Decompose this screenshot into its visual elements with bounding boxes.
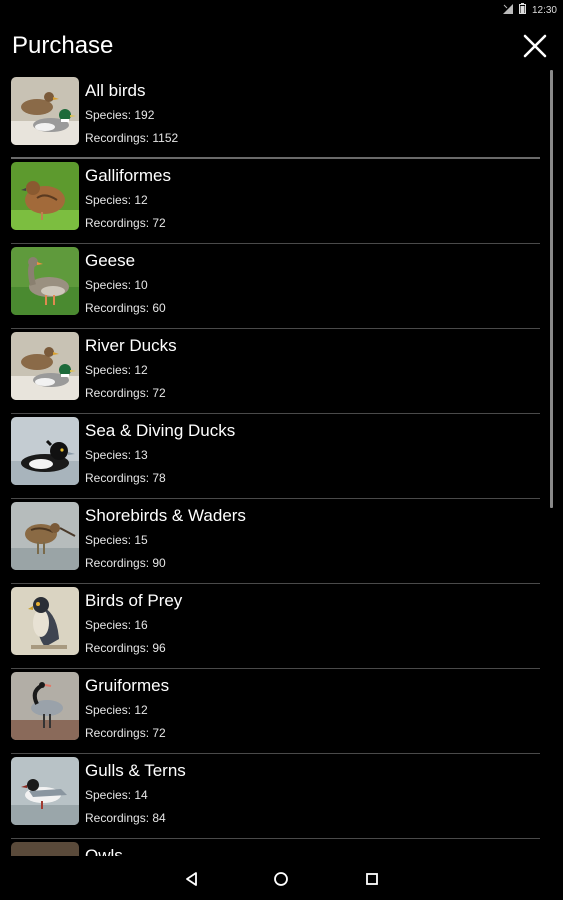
recents-button[interactable] — [361, 868, 383, 890]
list-item-gulls-and-terns[interactable]: Gulls & Terns Species: 14 Recordings: 84 — [0, 754, 548, 839]
recordings-count: Recordings: 84 — [85, 811, 166, 825]
list-item-geese[interactable]: Geese Species: 10 Recordings: 60 — [0, 244, 548, 329]
river-ducks-thumbnail — [11, 332, 79, 400]
close-icon — [523, 34, 547, 58]
galliformes-thumbnail — [11, 162, 79, 230]
geese-thumbnail — [11, 247, 79, 315]
item-title: Shorebirds & Waders — [85, 506, 246, 525]
item-title: Geese — [85, 251, 136, 270]
shorebirds-and-waders-thumbnail — [11, 502, 79, 570]
recordings-count: Recordings: 72 — [85, 726, 166, 740]
page-title: Purchase — [12, 32, 114, 59]
species-count: Species: 16 — [85, 618, 148, 632]
gruiformes-thumbnail — [11, 672, 79, 740]
item-title: Owls — [85, 846, 123, 856]
species-count: Species: 14 — [85, 788, 148, 802]
item-title: Gruiformes — [85, 676, 170, 695]
purchase-list[interactable]: All birds Species: 192 Recordings: 1152 Gal… — [0, 74, 548, 856]
recordings-count: Recordings: 72 — [85, 216, 166, 230]
back-button[interactable] — [181, 868, 203, 890]
recordings-count: Recordings: 90 — [85, 556, 166, 570]
item-title: Galliformes — [85, 166, 171, 185]
owls-thumbnail — [11, 842, 79, 856]
species-count: Species: 12 — [85, 703, 148, 717]
item-title: Birds of Prey — [85, 591, 183, 610]
list-item-shorebirds-and-waders[interactable]: Shorebirds & Waders Species: 15 Recordings… — [0, 499, 548, 584]
list-item-sea-and-diving-ducks[interactable]: Sea & Diving Ducks Species: 13 Recordings:… — [0, 414, 548, 499]
list-item-birds-of-prey[interactable]: Birds of Prey Species: 16 Recordings: 96 — [0, 584, 548, 669]
species-count: Species: 10 — [85, 278, 148, 292]
list-item-all-birds[interactable]: All birds Species: 192 Recordings: 1152 — [0, 74, 548, 159]
species-count: Species: 15 — [85, 533, 148, 547]
list-item-river-ducks[interactable]: River Ducks Species: 12 Recordings: 72 — [0, 329, 548, 414]
sea-and-diving-ducks-thumbnail — [11, 417, 79, 485]
signal-icon — [502, 1, 513, 19]
status-time: 12:30 — [531, 4, 557, 16]
species-count: Species: 13 — [85, 448, 148, 462]
gulls-and-terns-thumbnail — [11, 757, 79, 825]
close-button[interactable] — [521, 32, 549, 60]
recordings-count: Recordings: 1152 — [85, 131, 179, 145]
recordings-count: Recordings: 96 — [85, 641, 166, 655]
list-item-gruiformes[interactable]: Gruiformes Species: 12 Recordings: 72 — [0, 669, 548, 754]
all-birds-thumbnail — [11, 77, 79, 145]
recordings-count: Recordings: 60 — [85, 301, 166, 315]
list-item-owls[interactable]: Owls — [0, 839, 548, 856]
item-title: All birds — [85, 81, 146, 100]
species-count: Species: 12 — [85, 193, 148, 207]
item-title: Sea & Diving Ducks — [85, 421, 236, 440]
home-button[interactable] — [270, 868, 292, 890]
item-title: Gulls & Terns — [85, 761, 186, 780]
scrollbar[interactable] — [550, 70, 553, 508]
status-icons: 12:30 — [502, 1, 557, 19]
birds-of-prey-thumbnail — [11, 587, 79, 655]
navigation-bar — [0, 856, 563, 900]
header: Purchase — [0, 26, 563, 70]
species-count: Species: 12 — [85, 363, 148, 377]
recordings-count: Recordings: 72 — [85, 386, 166, 400]
list-item-galliformes[interactable]: Galliformes Species: 12 Recordings: 72 — [0, 159, 548, 244]
species-count: Species: 192 — [85, 108, 155, 122]
status-bar: 12:30 — [0, 0, 563, 16]
recents-icon — [366, 873, 378, 885]
battery-icon — [518, 1, 526, 19]
item-title: River Ducks — [85, 336, 177, 355]
recordings-count: Recordings: 78 — [85, 471, 166, 485]
back-icon — [186, 872, 197, 886]
home-icon — [274, 872, 288, 886]
